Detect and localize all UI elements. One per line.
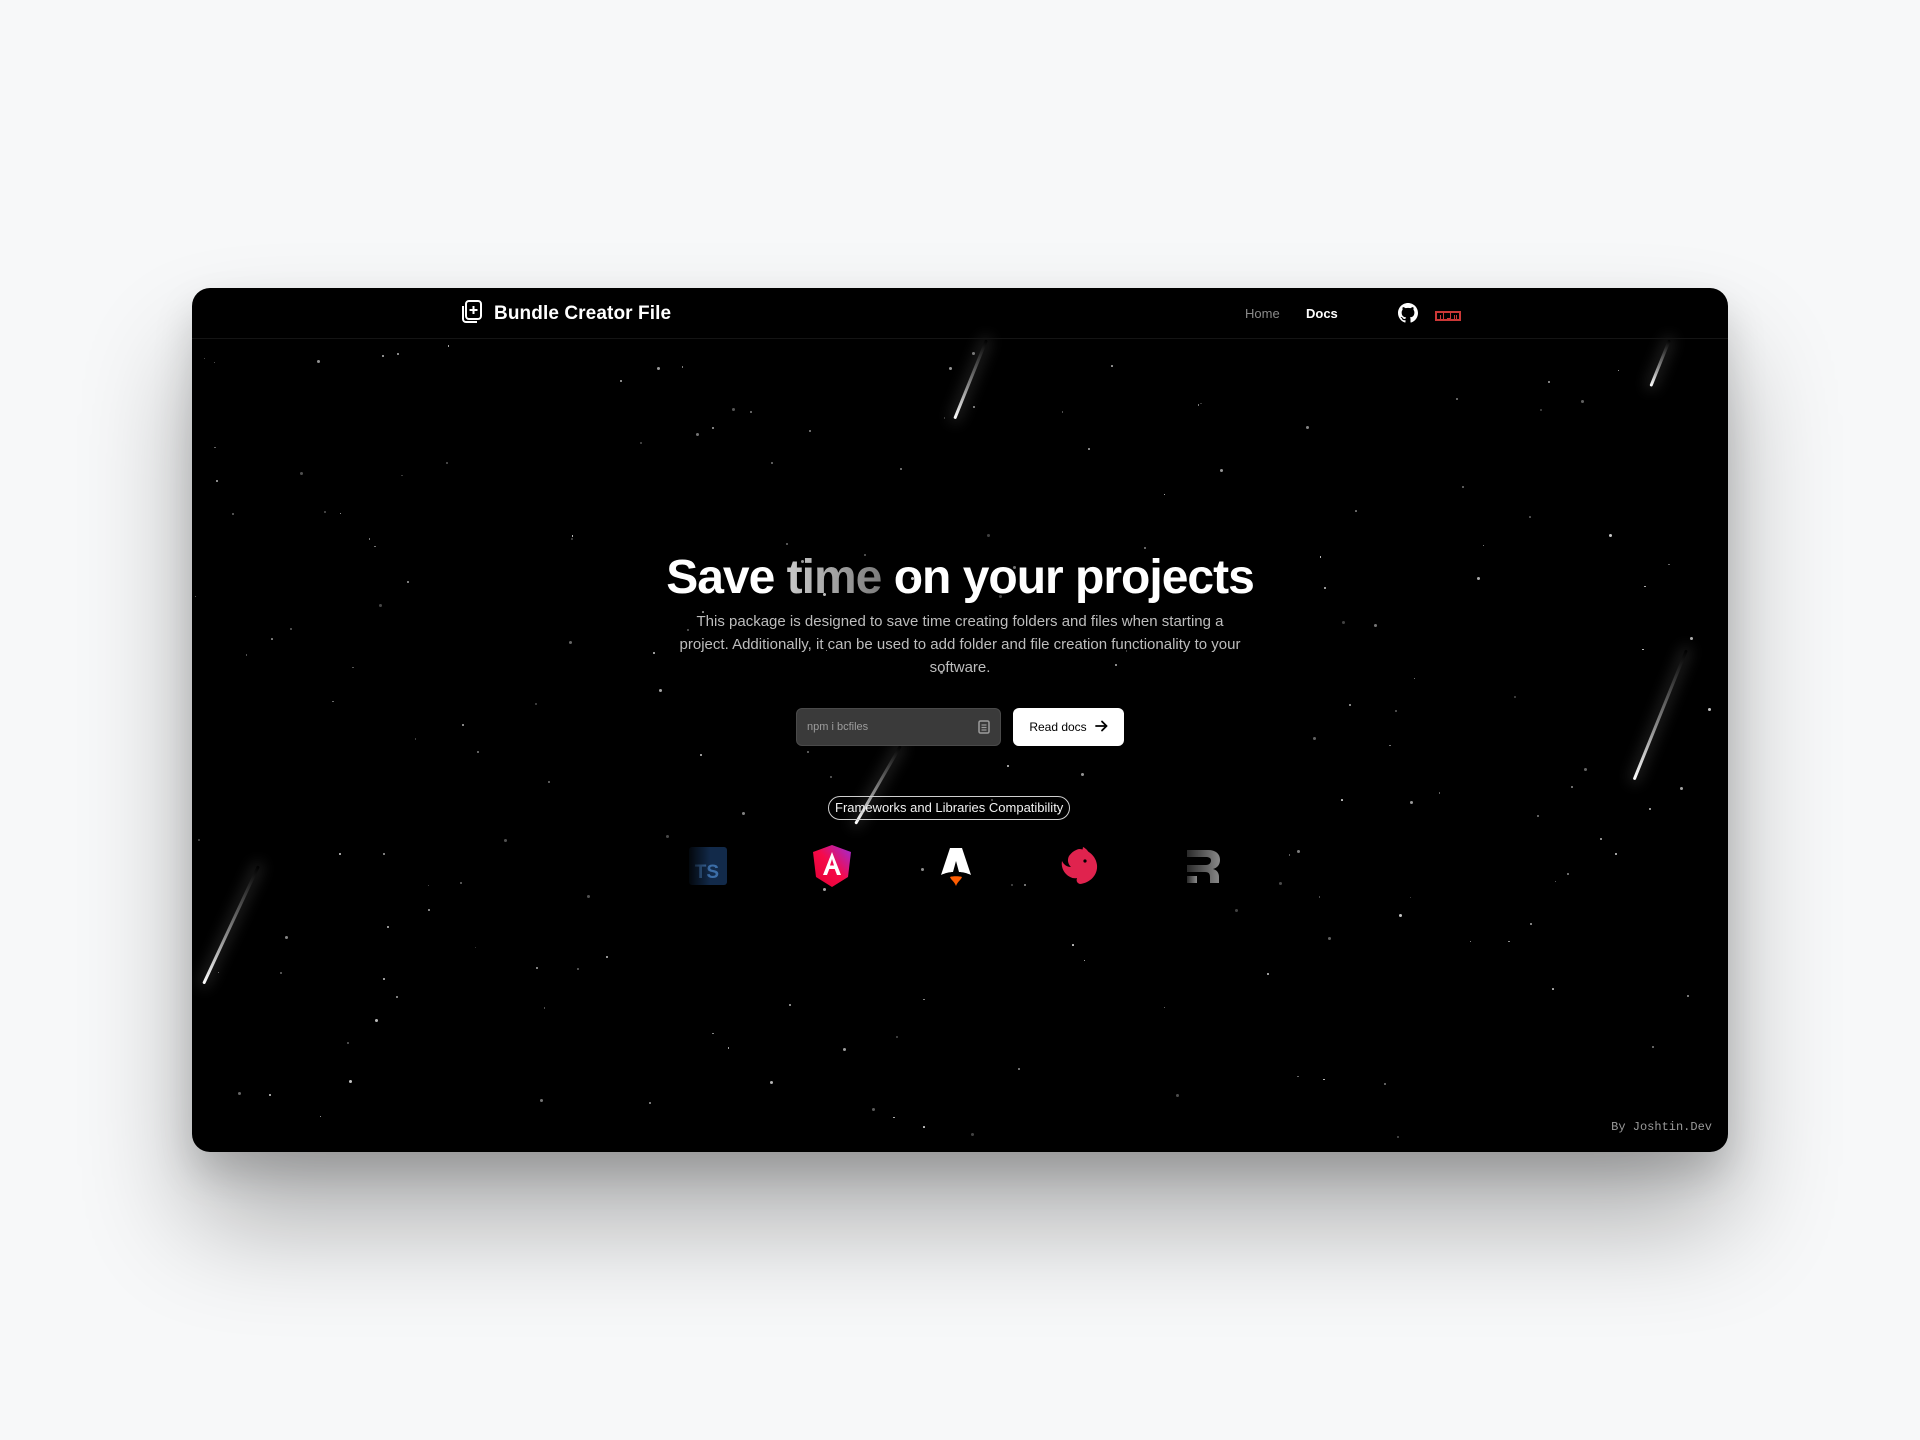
framework-logos: TS (192, 843, 1728, 893)
read-docs-button[interactable]: Read docs (1013, 708, 1124, 746)
hero-section: Save time on your projects This package … (192, 288, 1728, 1152)
hero-headline: Save time on your projects (192, 550, 1728, 605)
headline-part-rest: on your projects (893, 551, 1255, 604)
copy-icon[interactable] (978, 720, 990, 734)
nestjs-logo-icon (1056, 843, 1102, 889)
hero-description: This package is designed to save time cr… (679, 613, 1241, 676)
angular-logo-icon (809, 843, 855, 889)
read-docs-label: Read docs (1029, 720, 1087, 734)
install-command-box (796, 708, 1001, 746)
headline-part-time: time (786, 551, 883, 604)
typescript-logo-icon: TS (685, 843, 731, 889)
footer-credit: By Joshtin.Dev (1611, 1120, 1712, 1134)
arrow-right-icon (1094, 720, 1108, 735)
headline-part-save: Save (666, 551, 775, 604)
install-command-input[interactable] (807, 721, 978, 733)
app-window: Bundle Creator File Home Docs Save time … (192, 288, 1728, 1152)
compatibility-badge: Frameworks and Libraries Compatibility (828, 796, 1071, 820)
astro-logo-icon (933, 843, 979, 889)
remix-logo-icon (1180, 843, 1226, 889)
